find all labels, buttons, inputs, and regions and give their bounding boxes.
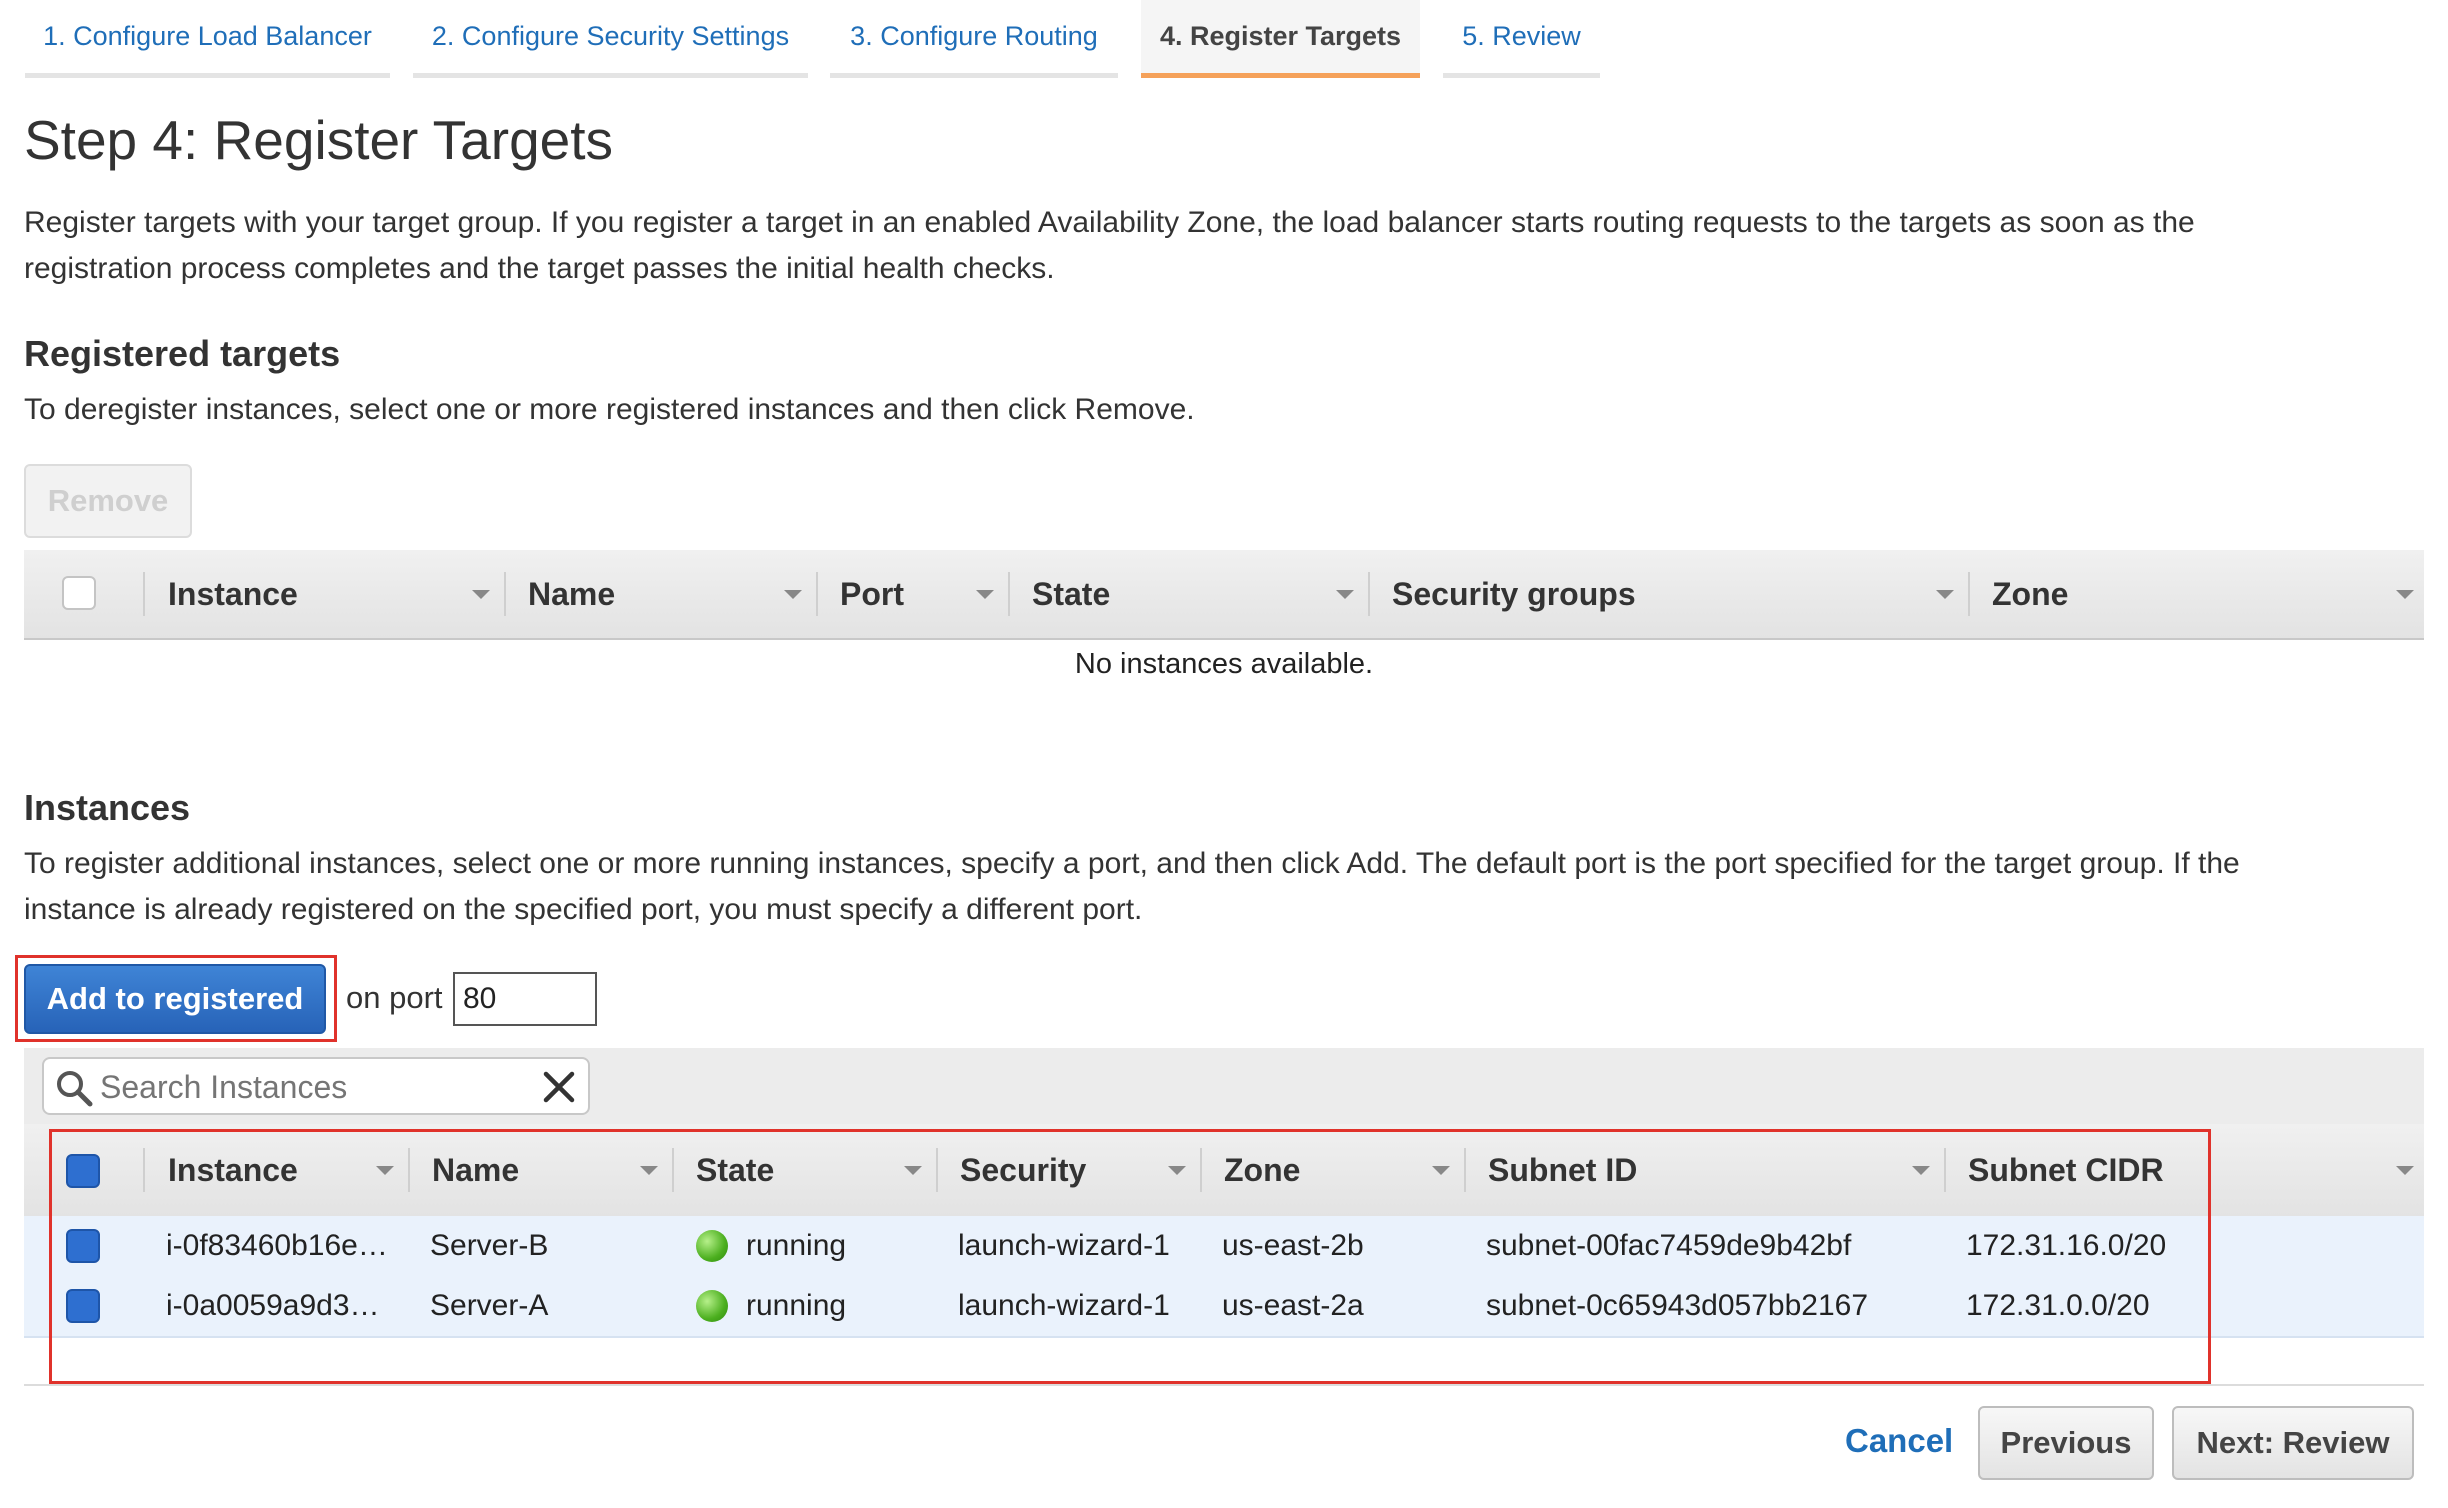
on-port-label: on port: [346, 980, 443, 1015]
tab-register-targets[interactable]: 4. Register Targets: [1141, 0, 1420, 78]
registered-table-header: Instance Name Port State Security groups…: [24, 550, 2424, 640]
sort-caret-icon[interactable]: [784, 590, 802, 599]
next-review-button[interactable]: Next: Review: [2172, 1406, 2414, 1480]
tab-review[interactable]: 5. Review: [1443, 0, 1600, 78]
highlight-box-instances-table: [49, 1129, 2211, 1384]
col-state[interactable]: State: [1032, 550, 1110, 638]
previous-button[interactable]: Previous: [1978, 1406, 2154, 1480]
col-name[interactable]: Name: [528, 550, 615, 638]
registered-targets-heading: Registered targets: [24, 333, 341, 374]
cancel-link[interactable]: Cancel: [1845, 1422, 1953, 1460]
search-icon: [57, 1071, 93, 1107]
sort-caret-icon[interactable]: [1936, 590, 1954, 599]
search-box: [42, 1057, 590, 1115]
empty-table-message: No instances available.: [1074, 648, 1374, 680]
sort-caret-icon[interactable]: [976, 590, 994, 599]
instances-heading: Instances: [24, 787, 191, 828]
intro-text-line2: registration process completes and the t…: [24, 252, 1055, 285]
registered-select-all-checkbox[interactable]: [62, 576, 96, 610]
sort-caret-icon[interactable]: [472, 590, 490, 599]
registered-targets-description: To deregister instances, select one or m…: [24, 393, 1195, 426]
remove-button[interactable]: Remove: [24, 464, 192, 538]
port-input[interactable]: [453, 972, 597, 1026]
instances-description-line2: instance is already registered on the sp…: [24, 893, 1143, 926]
sort-caret-icon[interactable]: [2396, 590, 2414, 599]
add-to-registered-button[interactable]: Add to registered: [24, 964, 326, 1034]
instances-description-line1: To register additional instances, select…: [24, 847, 2240, 880]
tab-configure-load-balancer[interactable]: 1. Configure Load Balancer: [25, 0, 390, 78]
search-instances-input[interactable]: [98, 1063, 522, 1111]
intro-text-line1: Register targets with your target group.…: [24, 206, 2195, 239]
clear-search-icon[interactable]: [542, 1070, 576, 1104]
sort-caret-icon[interactable]: [2396, 1166, 2414, 1175]
col-security-groups[interactable]: Security groups: [1392, 550, 1636, 638]
col-instance[interactable]: Instance: [168, 550, 298, 638]
col-zone[interactable]: Zone: [1992, 550, 2068, 638]
tab-configure-routing[interactable]: 3. Configure Routing: [830, 0, 1118, 78]
table-bottom-divider: [24, 1384, 2424, 1386]
page-title: Step 4: Register Targets: [24, 109, 614, 171]
sort-caret-icon[interactable]: [1336, 590, 1354, 599]
col-port[interactable]: Port: [840, 550, 904, 638]
tab-configure-security-settings[interactable]: 2. Configure Security Settings: [413, 0, 808, 78]
